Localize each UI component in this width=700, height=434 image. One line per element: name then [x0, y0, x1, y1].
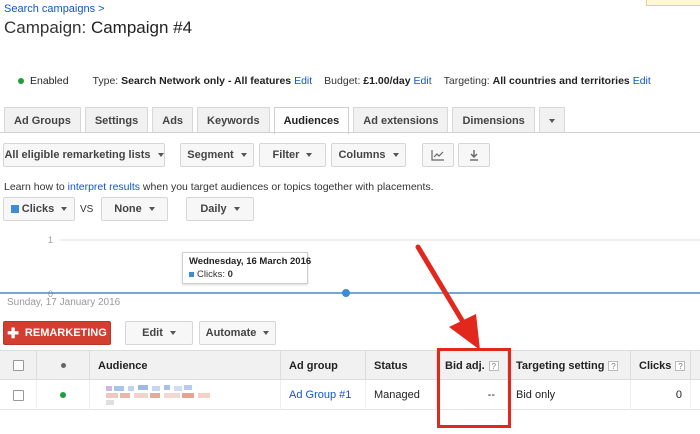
- annotation-arrow: [415, 244, 480, 350]
- bid-adj-highlight-box: [437, 348, 511, 428]
- arrow-head-icon: [449, 314, 480, 350]
- arrow-shaft: [415, 244, 469, 330]
